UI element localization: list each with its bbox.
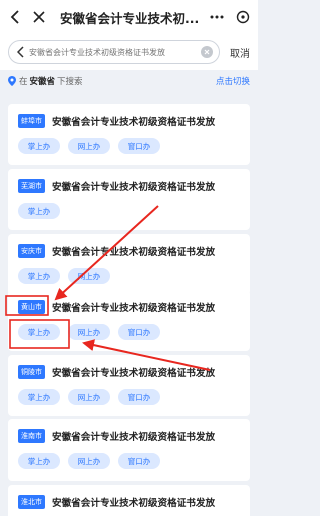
exit-icon[interactable] — [234, 8, 252, 26]
list-item[interactable]: 安庆市 安徽省会计专业技术初级资格证书发放 掌上办 网上办 — [8, 234, 250, 295]
city-tag: 淮北市 — [18, 495, 45, 509]
list-item[interactable]: 淮南市 安徽省会计专业技术初级资格证书发放 掌上办 网上办 窗口办 — [8, 419, 250, 481]
location-pin-icon — [8, 76, 16, 86]
item-name: 安徽省会计专业技术初级资格证书发放 — [52, 182, 216, 193]
list-item[interactable]: 铜陵市 安徽省会计专业技术初级资格证书发放 掌上办 网上办 窗口办 — [8, 355, 250, 416]
city-tag: 铜陵市 — [18, 365, 45, 379]
city-tag: 安庆市 — [18, 244, 45, 258]
service-button-online[interactable]: 网上办 — [68, 268, 110, 284]
item-name: 安徽省会计专业技术初级资格证书发放 — [52, 432, 216, 443]
location-region: 安徽省 — [29, 77, 56, 87]
item-name: 安徽省会计专业技术初级资格证书发放 — [52, 117, 216, 128]
city-tag: 蚌埠市 — [18, 114, 45, 128]
location-prefix: 在 — [19, 77, 28, 87]
service-button-mobile[interactable]: 掌上办 — [18, 389, 60, 405]
list-item[interactable]: 黄山市 安徽省会计专业技术初级资格证书发放 掌上办 网上办 窗口办 — [8, 290, 250, 351]
clear-search-icon[interactable] — [201, 46, 213, 58]
search-back-icon[interactable] — [15, 45, 25, 59]
city-tag: 淮南市 — [18, 429, 45, 443]
item-name: 安徽省会计专业技术初级资格证书发放 — [52, 368, 216, 379]
list-item[interactable]: 芜湖市 安徽省会计专业技术初级资格证书发放 掌上办 — [8, 169, 250, 230]
top-bar: 安徽省会计专业技术初... — [0, 0, 258, 34]
service-button-online[interactable]: 网上办 — [68, 389, 110, 405]
location-suffix: 下搜索 — [57, 77, 83, 87]
page-title: 安徽省会计专业技术初... — [60, 10, 200, 26]
service-button-window[interactable]: 窗口办 — [118, 389, 160, 405]
service-button-window[interactable]: 窗口办 — [118, 453, 160, 469]
service-button-online[interactable]: 网上办 — [68, 453, 110, 469]
item-name: 安徽省会计专业技术初级资格证书发放 — [52, 247, 216, 258]
service-button-online[interactable]: 网上办 — [68, 138, 110, 154]
service-button-mobile[interactable]: 掌上办 — [18, 324, 60, 340]
more-icon[interactable] — [208, 8, 226, 26]
back-icon[interactable] — [6, 8, 24, 26]
switch-region-link[interactable]: 点击切换 — [216, 75, 250, 87]
search-input[interactable] — [29, 47, 201, 57]
city-tag: 芜湖市 — [18, 179, 45, 193]
service-button-mobile[interactable]: 掌上办 — [18, 268, 60, 284]
service-button-mobile[interactable]: 掌上办 — [18, 453, 60, 469]
location-row: 在 安徽省 下搜索 点击切换 — [0, 70, 258, 92]
item-name: 安徽省会计专业技术初级资格证书发放 — [52, 498, 216, 509]
service-button-window[interactable]: 窗口办 — [118, 324, 160, 340]
close-icon[interactable] — [30, 8, 48, 26]
service-button-window[interactable]: 窗口办 — [118, 138, 160, 154]
search-box[interactable] — [8, 40, 220, 64]
list-item[interactable]: 淮北市 安徽省会计专业技术初级资格证书发放 — [8, 485, 250, 516]
service-button-mobile[interactable]: 掌上办 — [18, 203, 60, 219]
service-button-online[interactable]: 网上办 — [68, 324, 110, 340]
search-row: 取消 — [0, 34, 258, 70]
cancel-button[interactable]: 取消 — [230, 45, 250, 60]
city-tag: 黄山市 — [18, 300, 45, 314]
item-name: 安徽省会计专业技术初级资格证书发放 — [52, 303, 216, 314]
list-item[interactable]: 蚌埠市 安徽省会计专业技术初级资格证书发放 掌上办 网上办 窗口办 — [8, 104, 250, 165]
service-button-mobile[interactable]: 掌上办 — [18, 138, 60, 154]
